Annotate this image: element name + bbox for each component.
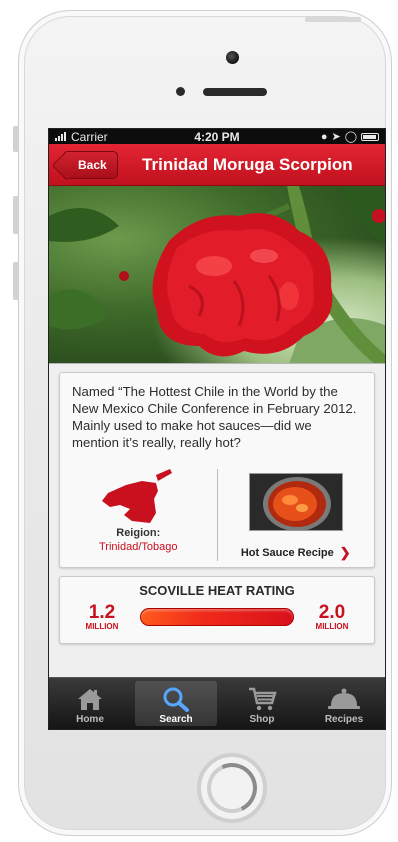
recipe-label: Hot Sauce Recipe bbox=[240, 547, 334, 559]
heat-min-unit: MILLION bbox=[85, 622, 119, 631]
heat-bar bbox=[140, 608, 294, 626]
tab-shop-label: Shop bbox=[249, 714, 275, 725]
home-icon bbox=[77, 686, 103, 712]
location-icon: ➤ bbox=[331, 131, 341, 143]
home-button[interactable] bbox=[197, 753, 267, 823]
pepper-photo bbox=[49, 186, 385, 364]
carrier: Carrier bbox=[55, 130, 108, 144]
content-area: Named “The Hottest Chile in the World by… bbox=[49, 364, 385, 644]
front-camera bbox=[226, 51, 239, 64]
cloche-icon bbox=[327, 686, 361, 712]
hot-sauce-recipe-image bbox=[248, 473, 343, 531]
power-button bbox=[305, 17, 361, 22]
pepper-image bbox=[49, 186, 385, 363]
heat-max-value: 2.0 bbox=[318, 602, 346, 623]
mute-switch bbox=[13, 126, 19, 152]
volume-up-button bbox=[13, 196, 19, 234]
heat-max: 2.0 MILLION bbox=[302, 603, 362, 631]
alarm-icon: ◯ bbox=[344, 131, 357, 143]
status-bar: Carrier 4:20 PM ● ➤ ◯ bbox=[49, 129, 385, 144]
lock-rotation-icon: ● bbox=[320, 130, 328, 143]
region-label: Reigion: bbox=[116, 527, 161, 539]
status-icons: ● ➤ ◯ bbox=[321, 130, 379, 143]
region-feature[interactable]: Reigion: Trinidad/Tobago bbox=[60, 469, 218, 561]
app-screen: Carrier 4:20 PM ● ➤ ◯ Back Trinidad Moru… bbox=[48, 128, 386, 730]
signal-icon bbox=[55, 132, 66, 141]
scoville-card: SCOVILLE HEAT RATING 1.2 MILLION 2.0 MIL… bbox=[59, 576, 375, 644]
volume-down-button bbox=[13, 262, 19, 300]
chevron-right-icon: ❯ bbox=[339, 545, 351, 560]
search-icon bbox=[162, 686, 190, 712]
tab-home-label: Home bbox=[76, 714, 104, 725]
tab-search-label: Search bbox=[159, 714, 193, 725]
carrier-label: Carrier bbox=[71, 129, 108, 144]
tab-recipes[interactable]: Recipes bbox=[303, 678, 385, 729]
tab-home[interactable]: Home bbox=[49, 678, 131, 729]
description-card: Named “The Hottest Chile in the World by… bbox=[59, 372, 375, 568]
recipe-feature[interactable]: Hot Sauce Recipe ❯ bbox=[218, 469, 375, 561]
page-title: Trinidad Moruga Scorpion bbox=[142, 154, 353, 174]
pepper-description: Named “The Hottest Chile in the World by… bbox=[72, 384, 357, 450]
tab-bar: Home Search Shop Recipes bbox=[49, 677, 385, 729]
back-button-label: Back bbox=[78, 157, 107, 172]
hot-sauce-recipe-link[interactable]: Hot Sauce Recipe ❯ bbox=[241, 545, 351, 561]
earpiece-speaker bbox=[203, 88, 267, 96]
heat-max-unit: MILLION bbox=[315, 622, 349, 631]
back-button[interactable]: Back bbox=[63, 150, 118, 179]
feature-row: Reigion: Trinidad/Tobago Hot Sauce Recip… bbox=[60, 469, 374, 561]
trinidad-map-icon bbox=[102, 469, 173, 523]
heat-min: 1.2 MILLION bbox=[72, 603, 132, 631]
navigation-bar: Back Trinidad Moruga Scorpion bbox=[49, 144, 385, 186]
loading-spinner-icon bbox=[199, 755, 265, 821]
cart-icon bbox=[247, 686, 277, 712]
scoville-title: SCOVILLE HEAT RATING bbox=[139, 583, 295, 598]
proximity-sensor bbox=[176, 87, 185, 96]
region-value[interactable]: Trinidad/Tobago bbox=[99, 541, 177, 553]
tab-search[interactable]: Search bbox=[135, 681, 217, 726]
tab-shop[interactable]: Shop bbox=[221, 678, 303, 729]
battery-icon bbox=[361, 132, 379, 141]
heat-min-value: 1.2 bbox=[88, 602, 116, 623]
heat-scale: 1.2 MILLION 2.0 MILLION bbox=[72, 603, 362, 631]
tab-recipes-label: Recipes bbox=[324, 714, 364, 725]
